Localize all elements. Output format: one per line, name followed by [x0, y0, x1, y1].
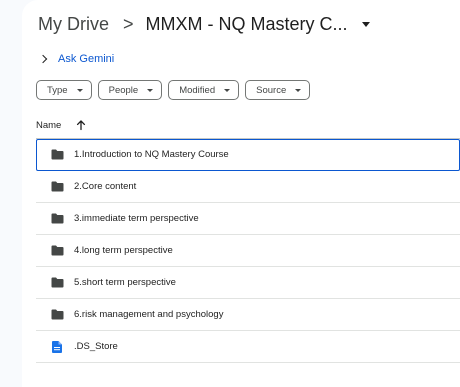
filter-modified[interactable]: Modified [168, 80, 240, 100]
file-name: 6.risk management and psychology [74, 309, 224, 320]
file-name: 3.immediate term perspective [74, 213, 199, 224]
ask-gemini-label: Ask Gemini [58, 53, 115, 65]
file-row[interactable]: 3.immediate term perspective [36, 203, 460, 235]
current-folder-label: MMXM - NQ Mastery C... [145, 13, 348, 34]
sort-ascending-icon[interactable] [75, 119, 87, 131]
breadcrumb-separator: > [123, 13, 134, 34]
filter-type-label: Type [47, 84, 68, 96]
file-name: 1.Introduction to NQ Mastery Course [74, 149, 229, 160]
filter-people-label: People [108, 84, 139, 96]
folder-icon [50, 180, 64, 194]
breadcrumb: My Drive > MMXM - NQ Mastery C... [36, 10, 370, 38]
filter-chips: Type People Modified Source [36, 80, 311, 100]
caret-down-icon [295, 88, 302, 92]
file-icon [50, 340, 64, 354]
folder-icon [50, 308, 64, 322]
folder-icon [50, 148, 64, 162]
filter-type[interactable]: Type [36, 80, 92, 100]
file-name: 5.short term perspective [74, 277, 176, 288]
file-row[interactable]: 1.Introduction to NQ Mastery Course [36, 139, 460, 171]
ask-gemini-toggle[interactable]: Ask Gemini [38, 50, 114, 68]
folder-icon [50, 244, 64, 258]
column-header-name[interactable]: Name [36, 116, 87, 134]
main-panel: My Drive > MMXM - NQ Mastery C... Ask Ge… [22, 0, 460, 387]
caret-down-icon [147, 88, 154, 92]
folder-icon [50, 276, 64, 290]
filter-people[interactable]: People [97, 80, 163, 100]
filter-modified-label: Modified [179, 84, 216, 96]
chevron-right-icon [38, 54, 48, 64]
filter-source-label: Source [256, 84, 287, 96]
file-name: .DS_Store [74, 341, 118, 352]
caret-down-icon [224, 88, 231, 92]
breadcrumb-current-folder[interactable]: MMXM - NQ Mastery C... [146, 14, 370, 35]
file-name: 4.long term perspective [74, 245, 173, 256]
file-row[interactable]: 6.risk management and psychology [36, 299, 460, 331]
file-row[interactable]: 2.Core content [36, 171, 460, 203]
file-row[interactable]: 5.short term perspective [36, 267, 460, 299]
file-row[interactable]: .DS_Store [36, 331, 460, 363]
filter-source[interactable]: Source [245, 80, 311, 100]
breadcrumb-my-drive[interactable]: My Drive [36, 12, 111, 37]
caret-down-icon[interactable] [361, 22, 370, 27]
file-name: 2.Core content [74, 181, 137, 192]
file-list: 1.Introduction to NQ Mastery Course 2.Co… [36, 139, 460, 363]
column-name-label: Name [36, 119, 62, 131]
file-row[interactable]: 4.long term perspective [36, 235, 460, 267]
caret-down-icon [76, 88, 83, 92]
folder-icon [50, 212, 64, 226]
